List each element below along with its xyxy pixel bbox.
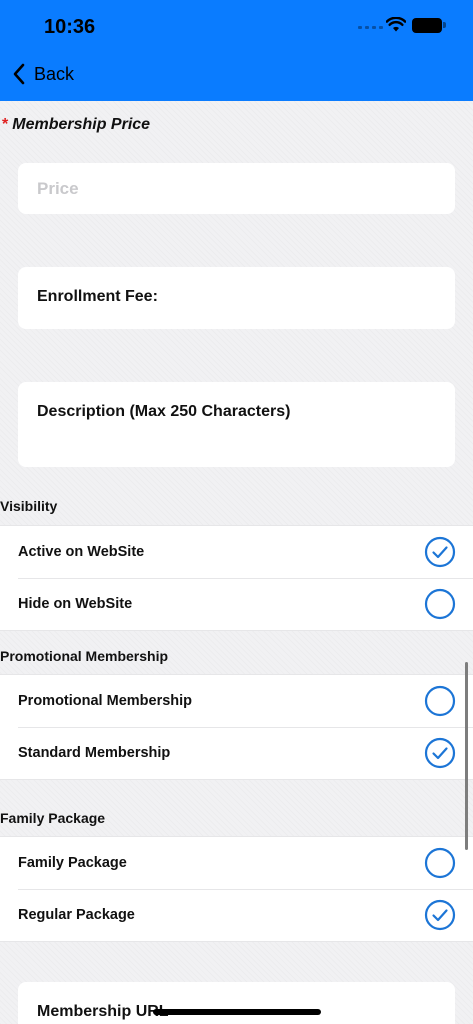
option-promotional-membership[interactable]: Promotional Membership	[0, 675, 473, 727]
option-standard-membership[interactable]: Standard Membership	[0, 727, 473, 779]
checkmark-circle-icon[interactable]	[424, 536, 456, 568]
description-field[interactable]: Description (Max 250 Characters)	[18, 382, 455, 467]
membership-price-text: Membership Price	[12, 116, 151, 133]
back-button[interactable]: Back	[12, 63, 74, 85]
option-family-package[interactable]: Family Package	[0, 837, 473, 889]
membership-url-field[interactable]: Membership URL	[18, 982, 455, 1024]
option-label: Hide on WebSite	[18, 596, 133, 612]
app-header: 10:36 Back	[0, 0, 473, 101]
option-label: Regular Package	[18, 907, 135, 923]
home-indicator	[153, 1009, 321, 1015]
option-active-on-website[interactable]: Active on WebSite	[0, 526, 473, 578]
battery-icon	[412, 18, 442, 33]
back-label: Back	[34, 63, 75, 84]
enrollment-fee-field[interactable]: Enrollment Fee:	[18, 267, 455, 329]
required-marker: *	[2, 116, 9, 133]
option-label: Family Package	[18, 855, 127, 871]
checkmark-circle-icon[interactable]	[424, 737, 456, 769]
family-title: Family Package	[0, 810, 106, 826]
cellular-signal-icon	[358, 26, 383, 29]
promotional-title: Promotional Membership	[0, 648, 169, 664]
price-input[interactable]	[18, 163, 455, 214]
battery-cap	[443, 22, 446, 28]
option-label: Promotional Membership	[18, 693, 193, 709]
option-regular-package[interactable]: Regular Package	[0, 889, 473, 941]
membership-price-label: * Membership Price	[2, 116, 150, 134]
status-time: 10:36	[44, 16, 96, 38]
wifi-icon	[386, 17, 406, 32]
visibility-group: Active on WebSite Hide on WebSite	[0, 525, 473, 631]
promotional-group: Promotional Membership Standard Membersh…	[0, 674, 473, 780]
empty-circle-icon[interactable]	[424, 685, 456, 717]
membership-url-label: Membership URL	[37, 1003, 169, 1020]
option-hide-on-website[interactable]: Hide on WebSite	[0, 578, 473, 630]
price-card	[18, 163, 455, 214]
description-label: Description (Max 250 Characters)	[37, 403, 291, 420]
visibility-title: Visibility	[0, 498, 58, 514]
option-label: Active on WebSite	[18, 544, 145, 560]
enrollment-fee-label: Enrollment Fee:	[37, 288, 158, 305]
empty-circle-icon[interactable]	[424, 847, 456, 879]
checkmark-circle-icon[interactable]	[424, 899, 456, 931]
scrollbar[interactable]	[465, 662, 468, 850]
family-group: Family Package Regular Package	[0, 836, 473, 942]
option-label: Standard Membership	[18, 745, 171, 761]
empty-circle-icon[interactable]	[424, 588, 456, 620]
chevron-left-icon	[13, 63, 25, 85]
